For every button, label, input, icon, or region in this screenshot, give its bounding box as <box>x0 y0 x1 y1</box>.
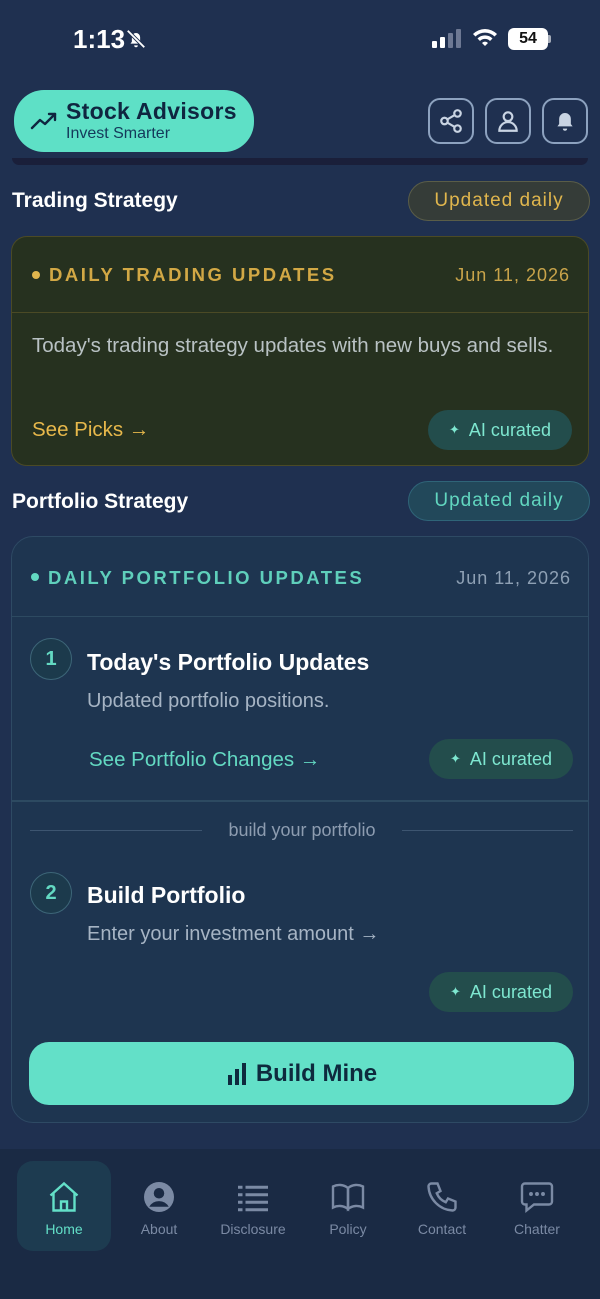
build-portfolio-title: Build Portfolio <box>87 882 246 908</box>
nav-label: Policy <box>329 1221 367 1237</box>
nav-label: About <box>140 1221 178 1237</box>
ai-curated-badge: ✦ AI curated <box>429 972 573 1012</box>
nav-policy[interactable]: Policy <box>301 1161 395 1251</box>
app-subtitle: Invest Smarter <box>66 125 171 142</box>
nav-label: Chatter <box>514 1221 560 1237</box>
nav-home[interactable]: Home <box>17 1161 111 1251</box>
portfolio-updates-title: Today's Portfolio Updates <box>87 649 370 675</box>
build-mine-label: Build Mine <box>255 1059 378 1087</box>
phone-icon <box>427 1182 457 1212</box>
nav-chatter[interactable]: Chatter <box>490 1161 584 1251</box>
trading-card-header: DAILY TRADING UPDATES Jun 11, 2026 <box>12 237 588 313</box>
portfolio-section-title: Portfolio Strategy <box>12 490 189 513</box>
nav-label: Disclosure <box>220 1221 286 1237</box>
home-icon <box>49 1181 79 1212</box>
portfolio-card-header: DAILY PORTFOLIO UPDATES Jun 11, 2026 <box>12 537 588 617</box>
trading-card: DAILY TRADING UPDATES Jun 11, 2026 Today… <box>11 236 589 466</box>
app-title: Stock Advisors <box>66 98 237 124</box>
nav-label: Contact <box>417 1221 467 1237</box>
status-time: 1:13 <box>73 24 126 54</box>
portfolio-card: DAILY PORTFOLIO UPDATES Jun 11, 2026 1 T… <box>11 536 589 1123</box>
app-logo[interactable]: Stock Advisors Invest Smarter <box>14 90 254 152</box>
book-icon <box>331 1183 365 1212</box>
share-icon <box>440 109 462 133</box>
nav-label: Home <box>45 1221 83 1237</box>
sparkle-icon: ✦ <box>450 751 461 766</box>
trading-date: Jun 11, 2026 <box>455 265 570 285</box>
status-bar: 1:13 54 <box>0 0 600 80</box>
chat-icon <box>520 1182 554 1213</box>
sparkle-icon: ✦ <box>450 984 461 999</box>
user-icon <box>498 111 518 132</box>
nav-about[interactable]: About <box>112 1161 206 1251</box>
ai-curated-label: AI curated <box>469 981 552 1002</box>
build-mine-button[interactable]: Build Mine <box>29 1042 574 1105</box>
section-separator <box>12 800 588 802</box>
battery-tip <box>548 35 551 43</box>
profile-button[interactable] <box>485 98 531 144</box>
build-divider-label: build your portfolio <box>202 820 402 841</box>
ai-curated-label: AI curated <box>468 419 551 440</box>
portfolio-date: Jun 11, 2026 <box>456 568 571 588</box>
investment-amount-link[interactable]: Enter your investment amount → <box>87 923 379 946</box>
trading-updated-badge: Updated daily <box>408 181 590 221</box>
ai-curated-label: AI curated <box>469 748 552 769</box>
portfolio-updates-subtitle: Updated portfolio positions. <box>87 690 330 712</box>
bell-icon <box>557 112 573 131</box>
status-dot <box>31 573 39 581</box>
battery-indicator: 54 <box>508 28 548 50</box>
trending-up-icon <box>30 112 57 130</box>
see-portfolio-changes-link[interactable]: See Portfolio Changes → <box>89 748 320 772</box>
step-number: 1 <box>30 638 72 680</box>
nav-contact[interactable]: Contact <box>395 1161 489 1251</box>
ai-curated-badge: ✦ AI curated <box>428 410 572 450</box>
header-divider <box>12 158 588 165</box>
cellular-signal-icon <box>432 29 461 48</box>
portfolio-kicker: DAILY PORTFOLIO UPDATES <box>48 567 365 588</box>
see-picks-link[interactable]: See Picks → <box>32 418 149 442</box>
trading-section-title: Trading Strategy <box>12 189 178 212</box>
trading-kicker: DAILY TRADING UPDATES <box>49 264 337 285</box>
bell-off-icon <box>126 29 146 49</box>
trading-description: Today's trading strategy updates with ne… <box>32 334 554 357</box>
ai-curated-badge: ✦ AI curated <box>429 739 573 779</box>
status-dot <box>32 271 40 279</box>
portfolio-updated-badge: Updated daily <box>408 481 590 521</box>
list-icon <box>238 1185 268 1212</box>
sparkle-icon: ✦ <box>449 422 460 437</box>
notifications-button[interactable] <box>542 98 588 144</box>
user-circle-icon <box>144 1182 174 1212</box>
nav-disclosure[interactable]: Disclosure <box>206 1161 300 1251</box>
step-number: 2 <box>30 872 72 914</box>
bottom-navigation: Home About Disclosure Policy Contact Cha… <box>0 1149 600 1299</box>
share-button[interactable] <box>428 98 474 144</box>
wifi-icon <box>473 29 497 46</box>
bar-chart-icon <box>227 1062 246 1085</box>
